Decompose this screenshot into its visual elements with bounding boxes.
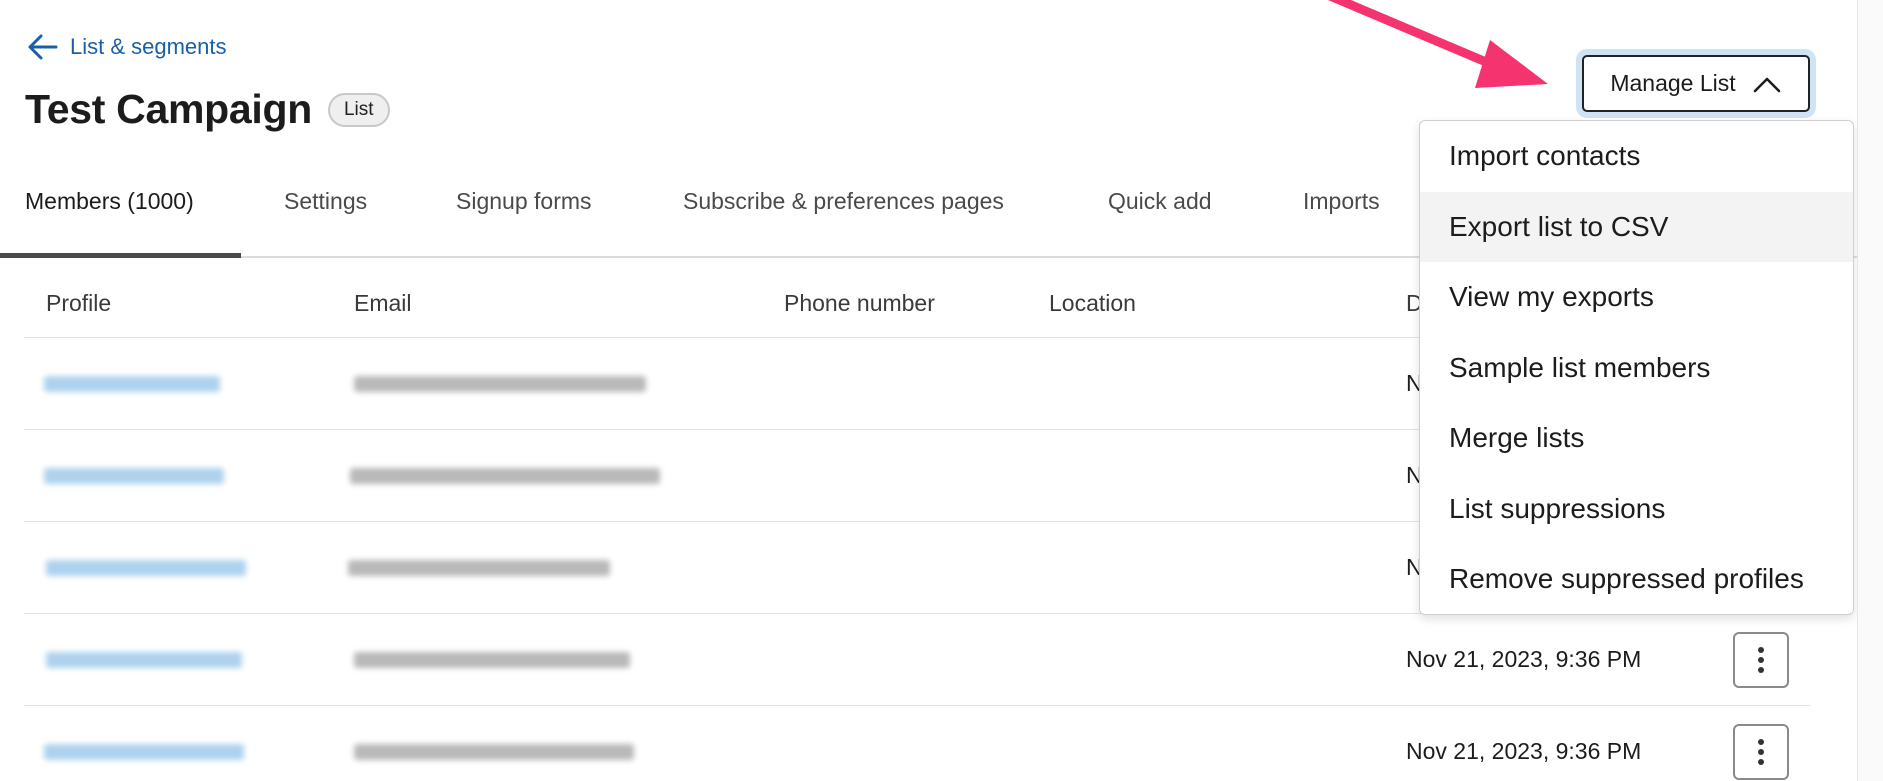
menu-item-remove-suppressed[interactable]: Remove suppressed profiles: [1420, 544, 1853, 615]
chevron-up-icon: [1753, 77, 1780, 92]
manage-list-button[interactable]: Manage List: [1582, 55, 1810, 112]
tab-settings[interactable]: Settings: [284, 188, 367, 215]
email-cell: [354, 744, 634, 760]
menu-item-export-csv[interactable]: Export list to CSV: [1420, 191, 1853, 262]
arrow-left-icon: [28, 34, 58, 60]
profile-name-link[interactable]: [46, 652, 242, 668]
tab-members[interactable]: Members (1000): [25, 188, 194, 215]
manage-list-label: Manage List: [1610, 70, 1736, 96]
column-header-email[interactable]: Email: [354, 290, 412, 317]
page-title: Test Campaign: [25, 86, 312, 132]
column-header-phone[interactable]: Phone number: [784, 290, 935, 317]
page-scrollbar[interactable]: [1857, 0, 1883, 781]
menu-item-sample-members[interactable]: Sample list members: [1420, 333, 1853, 404]
menu-item-list-suppressions[interactable]: List suppressions: [1420, 474, 1853, 545]
column-header-location[interactable]: Location: [1049, 290, 1136, 317]
manage-list-menu: Import contacts Export list to CSV View …: [1419, 120, 1854, 615]
email-cell: [350, 468, 660, 484]
profile-name-link[interactable]: [46, 560, 246, 576]
menu-item-import-contacts[interactable]: Import contacts: [1420, 121, 1853, 192]
table-row: Nov 21, 2023, 9:36 PM: [24, 706, 1810, 781]
list-type-badge: List: [327, 92, 390, 127]
profile-name-link[interactable]: [44, 744, 244, 760]
kebab-menu-icon: [1758, 739, 1764, 765]
date-cell: Nov 21, 2023, 9:36 PM: [1406, 646, 1642, 672]
tab-signup-forms[interactable]: Signup forms: [456, 188, 592, 215]
row-actions-button[interactable]: [1733, 724, 1789, 780]
column-header-profile[interactable]: Profile: [46, 290, 111, 317]
date-cell: Nov 21, 2023, 9:36 PM: [1406, 738, 1642, 764]
tab-quick-add[interactable]: Quick add: [1108, 188, 1212, 215]
table-row: Nov 21, 2023, 9:36 PM: [24, 614, 1810, 706]
kebab-menu-icon: [1758, 647, 1764, 673]
tab-imports[interactable]: Imports: [1303, 188, 1380, 215]
email-cell: [354, 376, 646, 392]
email-cell: [348, 560, 610, 576]
row-actions-button[interactable]: [1733, 632, 1789, 688]
email-cell: [354, 652, 630, 668]
back-to-lists-link[interactable]: List & segments: [26, 30, 227, 64]
profile-name-link[interactable]: [44, 376, 220, 392]
profile-name-link[interactable]: [44, 468, 224, 484]
tab-subscribe-preferences[interactable]: Subscribe & preferences pages: [683, 188, 1004, 215]
breadcrumb-label: List & segments: [70, 34, 227, 59]
menu-item-view-exports[interactable]: View my exports: [1420, 262, 1853, 333]
page-header: Test Campaign List: [25, 86, 390, 133]
menu-item-merge-lists[interactable]: Merge lists: [1420, 403, 1853, 474]
